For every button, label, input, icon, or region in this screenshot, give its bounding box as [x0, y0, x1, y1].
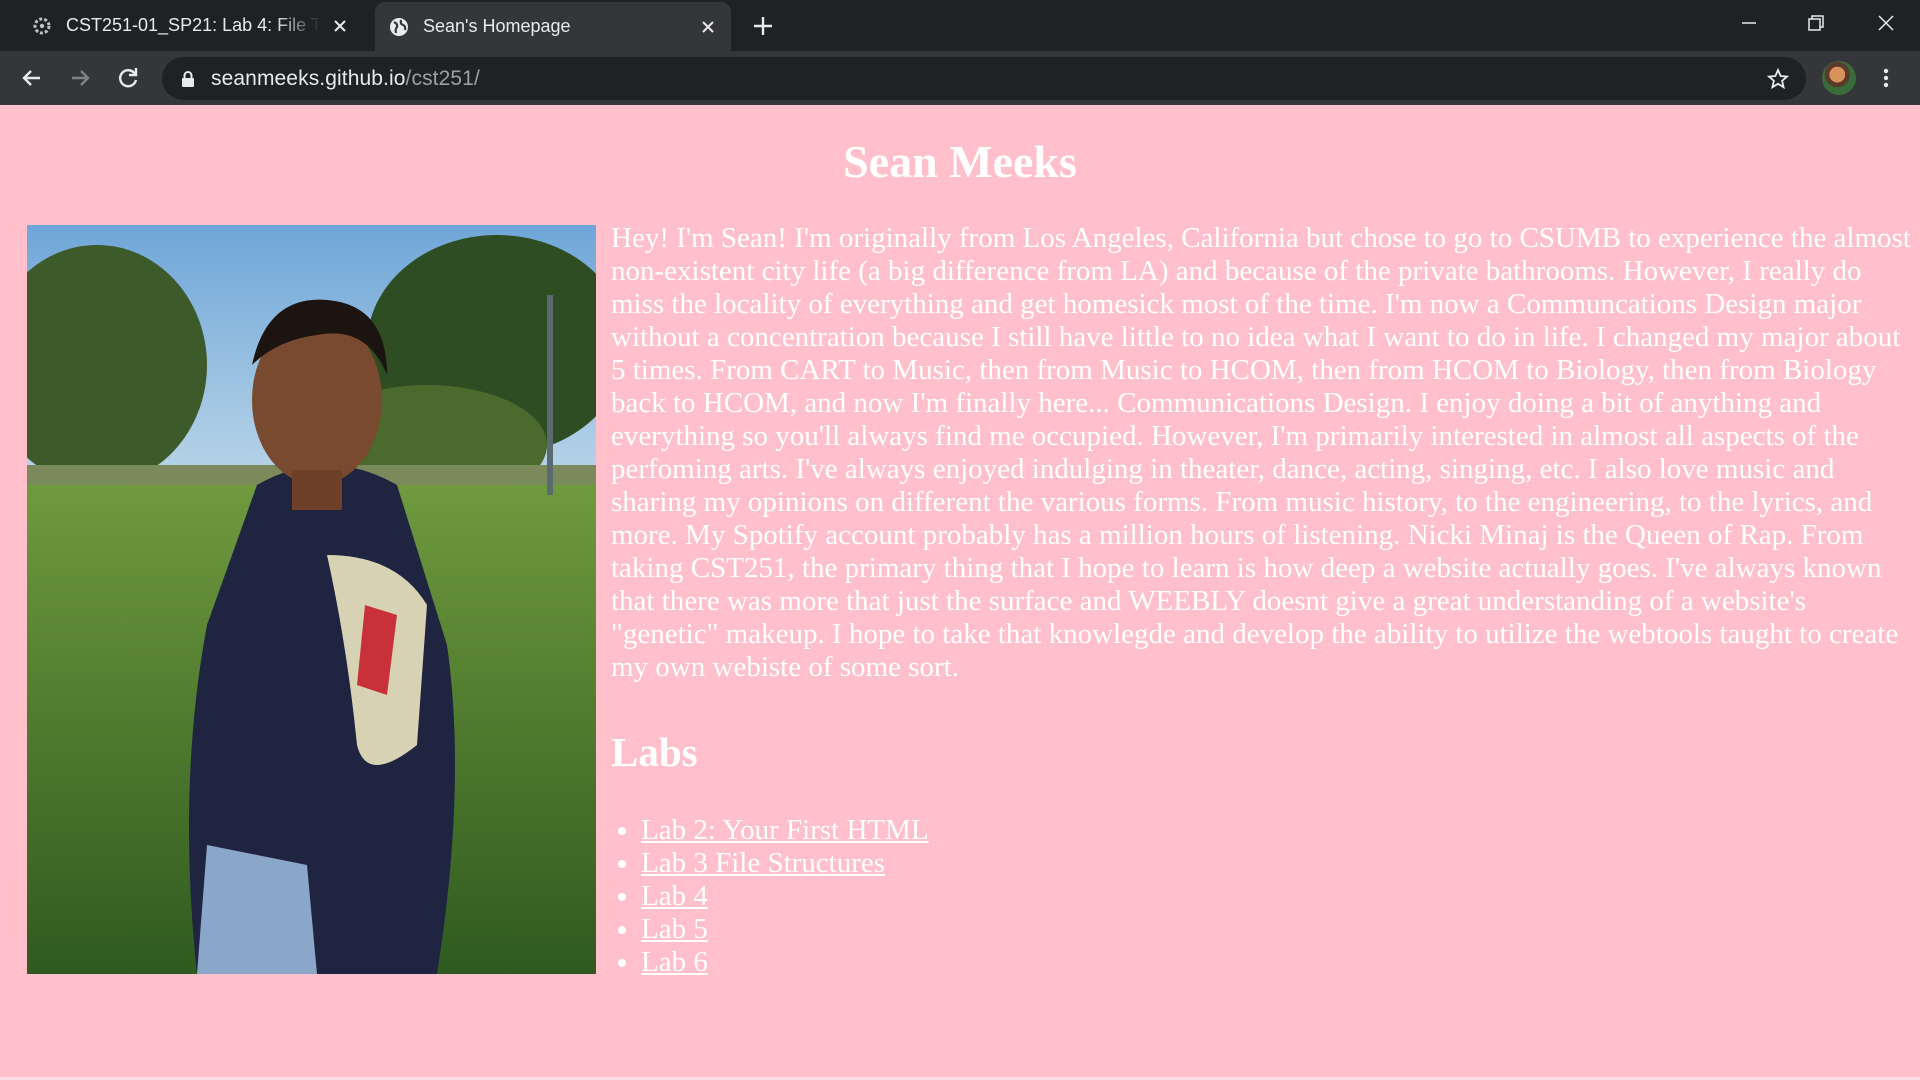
list-item: Lab 4 [641, 880, 1911, 913]
lab-2-link[interactable]: Lab 2: Your First HTML [641, 814, 929, 846]
bio-paragraph: Hey! I'm Sean! I'm originally from Los A… [611, 222, 1911, 683]
labs-heading: Labs [611, 729, 698, 775]
list-item: Lab 5 [641, 913, 1911, 946]
list-item: Lab 3 File Structures [641, 847, 1911, 880]
new-tab-plus-icon[interactable] [750, 13, 776, 39]
profile-photo [27, 225, 596, 974]
browser-toolbar: seanmeeks.github.io/cst251/ [0, 51, 1920, 105]
page-title: Sean Meeks [843, 136, 1077, 187]
close-tab-icon[interactable] [329, 15, 351, 37]
tab-seans-homepage[interactable]: Sean's Homepage [375, 2, 731, 51]
minimize-icon[interactable] [1736, 10, 1762, 36]
lab-5-link[interactable]: Lab 5 [641, 913, 708, 945]
close-tab-icon[interactable] [697, 16, 719, 38]
address-bar[interactable]: seanmeeks.github.io/cst251/ [162, 57, 1806, 100]
close-window-icon[interactable] [1873, 10, 1899, 36]
main-content: Hey! I'm Sean! I'm originally from Los A… [611, 222, 1911, 979]
list-item: Lab 2: Your First HTML [641, 814, 1911, 847]
lab-4-link[interactable]: Lab 4 [641, 880, 708, 912]
list-item: Lab 6 [641, 946, 1911, 979]
canvas-icon [33, 17, 51, 34]
labs-list: Lab 2: Your First HTML Lab 3 File Struct… [611, 814, 1911, 979]
bookmark-star-icon[interactable] [1766, 67, 1790, 91]
lab-6-link[interactable]: Lab 6 [641, 946, 708, 978]
globe-icon [390, 17, 408, 36]
more-menu-icon[interactable] [1872, 64, 1900, 92]
lab-3-link[interactable]: Lab 3 File Structures [641, 847, 885, 879]
restore-icon[interactable] [1803, 10, 1829, 36]
url-text: seanmeeks.github.io/cst251/ [211, 67, 480, 91]
forward-arrow-icon[interactable] [66, 64, 94, 92]
back-arrow-icon[interactable] [18, 64, 46, 92]
url-path: /cst251/ [405, 66, 480, 90]
tab-title: CST251-01_SP21: Lab 4: File Transfer [66, 15, 321, 35]
reload-icon[interactable] [114, 64, 142, 92]
web-page: Sean Meeks Hey! I'm Sean! I'm originally… [0, 105, 1920, 1080]
tab-lab4[interactable]: CST251-01_SP21: Lab 4: File Transfer [18, 0, 363, 51]
browser-tab-strip: CST251-01_SP21: Lab 4: File Transfer Sea… [0, 0, 1920, 51]
url-host: seanmeeks.github.io [211, 66, 406, 90]
tab-title: Sean's Homepage [423, 16, 571, 36]
profile-avatar[interactable] [1822, 61, 1856, 95]
lock-icon[interactable] [179, 70, 197, 88]
